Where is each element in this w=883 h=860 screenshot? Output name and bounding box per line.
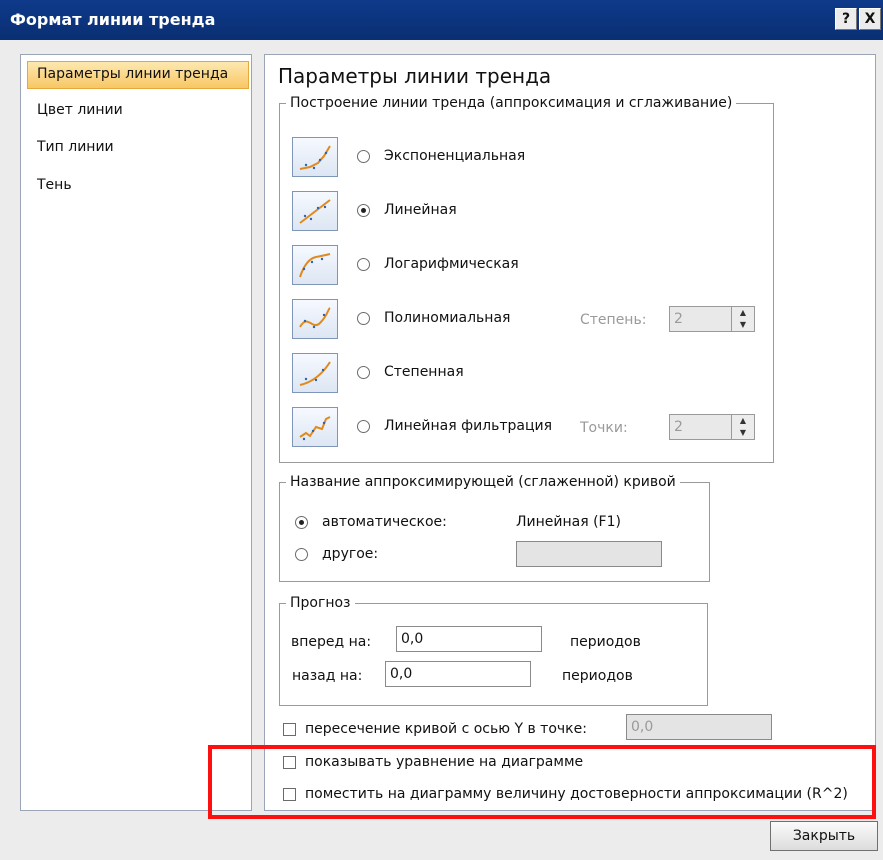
custom-name-input[interactable] [516,541,662,567]
custom-name-radio[interactable] [295,548,308,561]
trend-type-group: Построение линии тренда (аппроксимация и… [279,95,774,463]
forecast-legend: Прогноз [290,595,351,611]
exponential-radio[interactable] [357,150,370,163]
exponential-label: Экспоненциальная [384,148,526,164]
curve-name-legend: Название аппроксимирующей (сглаженной) к… [290,474,676,490]
spin-up-icon[interactable]: ▲ [732,415,754,427]
points-label: Точки: [580,420,628,436]
moving-average-icon[interactable] [292,407,338,447]
forward-value: 0,0 [401,631,424,647]
sidebar-item-trend-params[interactable]: Параметры линии тренда [37,66,228,82]
forward-unit: периодов [570,634,641,650]
degree-spinner[interactable]: 2 ▲ ▼ [669,306,755,332]
spin-up-icon[interactable]: ▲ [732,307,754,319]
trend-type-legend: Построение линии тренда (аппроксимация и… [290,95,733,111]
backward-label: назад на: [292,668,363,684]
automatic-name-label: автоматическое: [322,514,447,530]
moving-average-radio[interactable] [357,420,370,433]
close-button[interactable]: Закрыть [770,821,878,851]
linear-trend-icon[interactable] [292,191,338,231]
title-bar: Формат линии тренда ? X [0,0,883,40]
exponential-trend-icon[interactable] [292,137,338,177]
intercept-input[interactable]: 0,0 [626,714,772,740]
custom-name-label: другое: [322,546,379,562]
power-label: Степенная [384,364,464,380]
power-radio[interactable] [357,366,370,379]
intercept-label: пересечение кривой с осью Y в точке: [305,721,587,737]
sidebar-item-shadow[interactable]: Тень [37,177,72,193]
linear-radio[interactable] [357,204,370,217]
logarithmic-trend-icon[interactable] [292,245,338,285]
degree-value: 2 [674,311,683,327]
backward-input[interactable]: 0,0 [385,661,531,687]
linear-label: Линейная [384,202,457,218]
points-value: 2 [674,419,683,435]
points-spinner-buttons[interactable]: ▲ ▼ [731,415,754,439]
backward-value: 0,0 [390,666,413,682]
automatic-name-radio[interactable] [295,516,308,529]
spin-down-icon[interactable]: ▼ [732,427,754,439]
backward-unit: периодов [562,668,633,684]
window-close-button[interactable]: X [859,8,881,30]
spin-down-icon[interactable]: ▼ [732,319,754,331]
sidebar-item-line-style[interactable]: Тип линии [37,139,114,155]
power-trend-icon[interactable] [292,353,338,393]
highlight-annotation-box [208,745,876,819]
polynomial-trend-icon[interactable] [292,299,338,339]
automatic-name-value: Линейная (F1) [516,514,621,530]
degree-spinner-buttons[interactable]: ▲ ▼ [731,307,754,331]
polynomial-label: Полиномиальная [384,310,511,326]
panel-heading: Параметры линии тренда [278,64,552,88]
intercept-value: 0,0 [631,719,654,735]
sidebar: Параметры линии тренда Цвет линии Тип ли… [20,54,252,811]
forward-label: вперед на: [291,634,372,650]
logarithmic-label: Логарифмическая [384,256,519,272]
help-button[interactable]: ? [835,8,857,30]
points-spinner[interactable]: 2 ▲ ▼ [669,414,755,440]
logarithmic-radio[interactable] [357,258,370,271]
window-title: Формат линии тренда [10,10,216,29]
moving-average-label: Линейная фильтрация [384,418,553,434]
degree-label: Степень: [580,312,647,328]
intercept-checkbox[interactable] [283,723,296,736]
forward-input[interactable]: 0,0 [396,626,542,652]
sidebar-item-line-color[interactable]: Цвет линии [37,102,123,118]
polynomial-radio[interactable] [357,312,370,325]
